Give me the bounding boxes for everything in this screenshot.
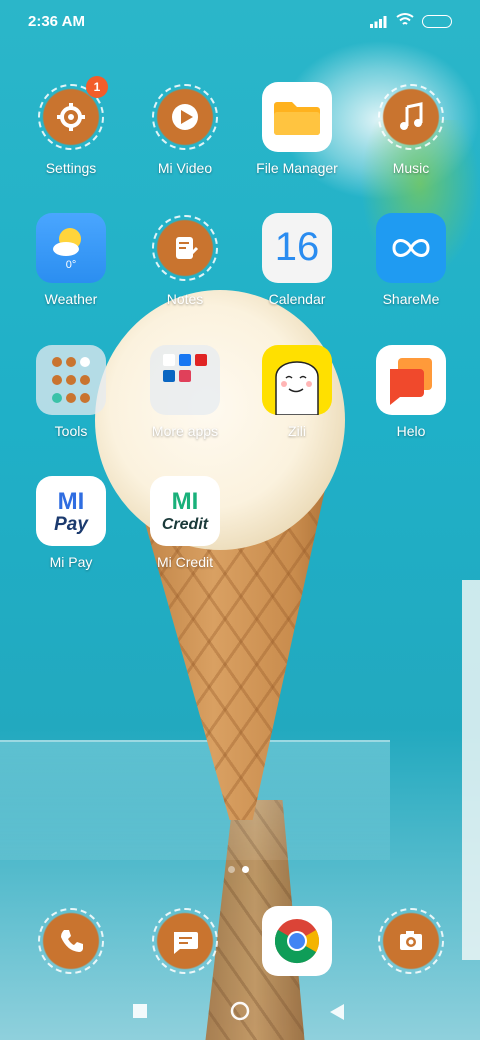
status-bar: 2:36 AM (0, 0, 480, 44)
app-weather[interactable]: 0° Weather (16, 213, 126, 333)
folder-grid-icon (36, 345, 106, 415)
app-label: Music (392, 160, 430, 176)
folder-grid-icon (150, 345, 220, 415)
mi-credit-icon: MI Credit (150, 476, 220, 546)
app-label: Notes (166, 291, 204, 307)
folder-more-apps[interactable]: More apps (130, 345, 240, 465)
app-mi-video[interactable]: Mi Video (130, 82, 240, 202)
folder-icon (262, 82, 332, 152)
app-zili[interactable]: Zili (242, 345, 352, 465)
app-label: File Manager (256, 160, 338, 176)
app-label: Mi Pay (49, 554, 93, 570)
mi-pay-logo-top: MI (57, 488, 85, 515)
weather-icon: 0° (36, 213, 106, 283)
mi-credit-logo-bottom: Credit (161, 516, 209, 533)
app-label: Tools (54, 423, 88, 439)
app-shareme[interactable]: ShareMe (356, 213, 466, 333)
app-music[interactable]: Music (356, 82, 466, 202)
signal-icon (370, 16, 387, 28)
calendar-day: 16 (274, 225, 320, 269)
page-indicator (228, 866, 252, 874)
folder-tools[interactable]: Tools (16, 345, 126, 465)
mi-pay-logo-bottom: Pay (54, 514, 88, 535)
notes-icon (150, 213, 220, 283)
app-label: Mi Video (157, 160, 213, 176)
app-label: Weather (44, 291, 98, 307)
app-label: More apps (151, 423, 219, 439)
app-notes[interactable]: Notes (130, 213, 240, 333)
app-label: Zili (288, 423, 306, 439)
music-note-icon (376, 82, 446, 152)
play-icon (150, 82, 220, 152)
app-file-manager[interactable]: File Manager (242, 82, 352, 202)
app-label: Calendar (268, 291, 326, 307)
app-mi-credit[interactable]: MI Credit Mi Credit (130, 476, 240, 596)
status-time: 2:36 AM (28, 13, 85, 30)
mi-pay-icon: MI Pay (36, 476, 106, 546)
wifi-icon (396, 13, 414, 25)
zili-face-icon (262, 345, 332, 416)
infinity-icon (376, 213, 446, 283)
camera-icon (376, 906, 446, 976)
page-dot[interactable] (228, 866, 235, 873)
calendar-icon: 16 (262, 213, 332, 283)
helo-icon (376, 345, 446, 415)
app-helo[interactable]: Helo (356, 345, 466, 465)
recents-icon[interactable] (133, 1004, 147, 1018)
phone-icon (36, 906, 106, 976)
weather-temp: 0° (65, 259, 77, 271)
app-label: ShareMe (382, 291, 440, 307)
battery-icon (422, 15, 452, 28)
back-icon[interactable] (330, 1004, 344, 1020)
app-label: Mi Credit (156, 554, 213, 570)
app-mi-pay[interactable]: MI Pay Mi Pay (16, 476, 126, 596)
messages-icon (150, 906, 220, 976)
app-label: Settings (45, 160, 97, 176)
app-calendar[interactable]: 16 Calendar (242, 213, 352, 333)
home-icon[interactable] (230, 1001, 250, 1021)
notification-badge: 1 (86, 76, 108, 98)
navigation-bar (0, 990, 480, 1040)
chrome-icon (262, 906, 332, 976)
app-settings[interactable]: 1 Settings (16, 76, 126, 202)
page-dot-active[interactable] (242, 866, 249, 873)
app-label: Helo (396, 423, 426, 439)
mi-credit-logo-top: MI (171, 488, 199, 515)
